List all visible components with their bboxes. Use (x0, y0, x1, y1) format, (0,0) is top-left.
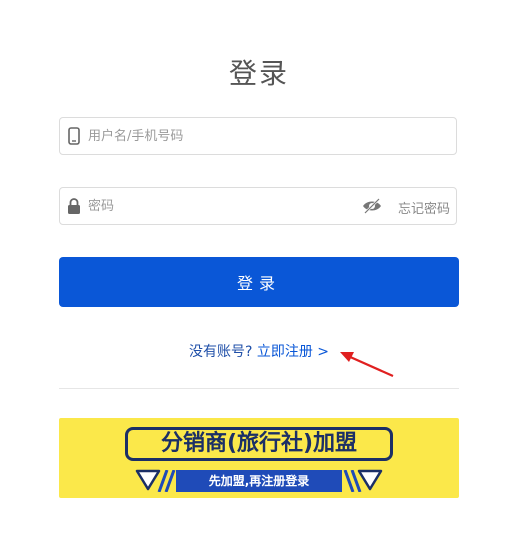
phone-icon (68, 127, 80, 145)
register-prompt: 没有账号? 立即注册 > (0, 341, 518, 361)
login-button[interactable]: 登录 (59, 257, 459, 307)
stripes-left-decoration (157, 470, 176, 492)
password-field[interactable]: 忘记密码 (59, 187, 457, 225)
banner-subline: 先加盟,再注册登录 (176, 470, 342, 492)
lock-icon (68, 198, 80, 214)
register-link[interactable]: 立即注册 > (257, 344, 329, 360)
triangle-down-icon (357, 469, 383, 491)
password-input[interactable] (88, 188, 348, 224)
username-input[interactable] (88, 118, 348, 154)
register-question: 没有账号? (188, 344, 253, 360)
hide-password-icon[interactable] (362, 197, 382, 215)
page-title: 登录 (228, 57, 289, 90)
divider (59, 388, 459, 389)
annotation-arrow (340, 352, 394, 378)
forgot-password-link[interactable]: 忘记密码 (398, 198, 450, 217)
username-field[interactable] (59, 117, 457, 155)
partner-banner[interactable]: 分销商(旅行社)加盟 先加盟,再注册登录 (59, 418, 459, 498)
banner-headline: 分销商(旅行社)加盟 (125, 427, 393, 461)
